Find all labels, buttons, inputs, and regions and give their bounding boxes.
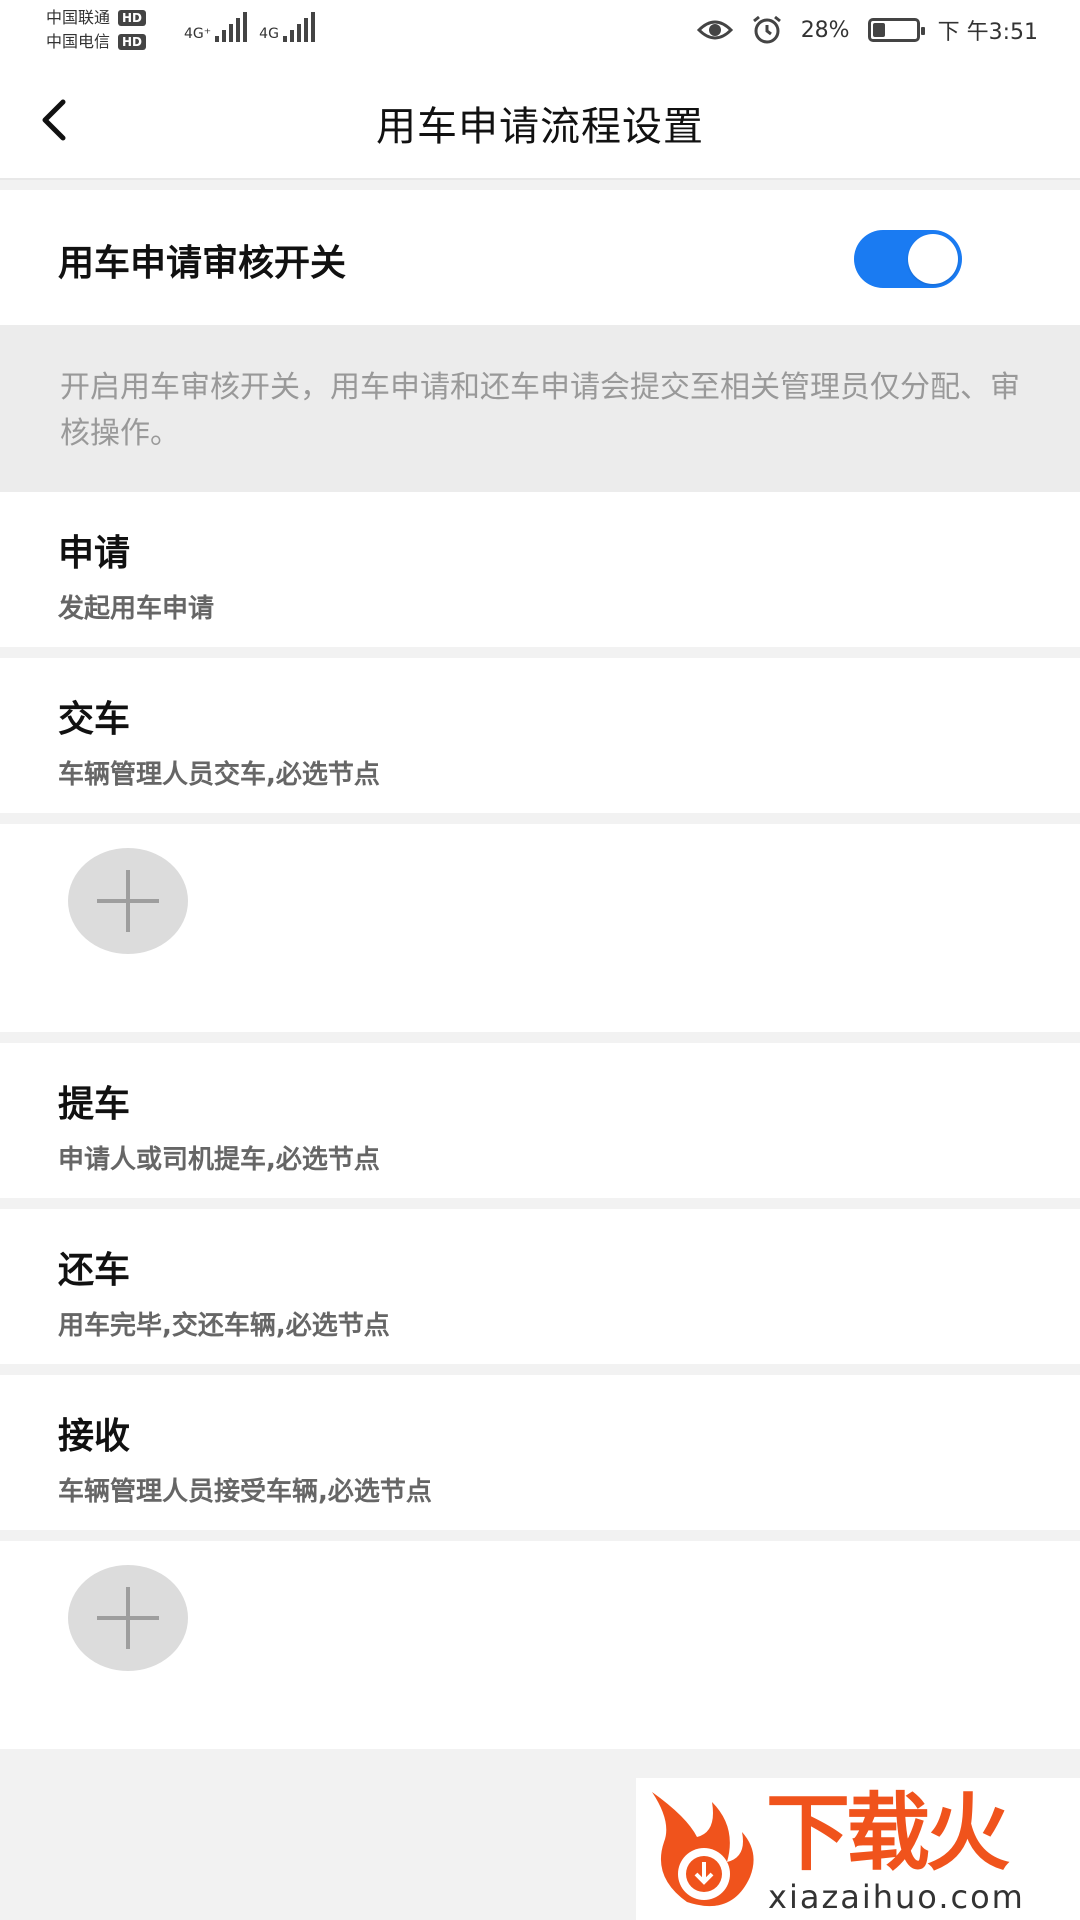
step-title: 接收	[58, 1416, 131, 1457]
review-toggle-row: 用车申请审核开关	[0, 190, 1080, 325]
step-handover[interactable]: 交车 车辆管理人员交车,必选节点	[0, 658, 1080, 813]
add-node-button[interactable]	[68, 1565, 188, 1671]
eye-icon	[696, 18, 733, 42]
plus-icon	[97, 1587, 159, 1649]
signal-indicators: 4G⁺ 4G	[184, 12, 315, 42]
step-desc: 用车完毕,交还车辆,必选节点	[58, 1311, 390, 1341]
watermark-url: xiazaihuo.com	[768, 1878, 1025, 1916]
hd-badge-1: HD	[118, 10, 147, 26]
step-apply[interactable]: 申请 发起用车申请	[0, 492, 1080, 647]
step-title: 还车	[58, 1250, 131, 1291]
network-type-1: 4G⁺	[184, 26, 212, 42]
step-receive[interactable]: 接收 车辆管理人员接受车辆,必选节点	[0, 1375, 1080, 1530]
status-right: 28% 下 午3:51	[696, 14, 1038, 46]
battery-fill	[872, 23, 885, 37]
flame-logo-icon	[652, 1792, 754, 1907]
battery-icon	[867, 18, 925, 42]
add-node-area-1	[0, 824, 1080, 1032]
clock: 下 午3:51	[937, 20, 1038, 45]
signal-bars-1-icon	[215, 12, 248, 42]
alarm-icon	[751, 14, 783, 46]
step-desc: 发起用车申请	[58, 594, 215, 624]
page-title: 用车申请流程设置	[376, 104, 704, 150]
review-toggle-switch[interactable]	[854, 230, 962, 288]
step-desc: 车辆管理人员接受车辆,必选节点	[58, 1477, 432, 1507]
add-node-button[interactable]	[68, 848, 188, 954]
status-bar: 中国联通 HD 中国电信 HD 4G⁺ 4G 28% 下 午3:51	[0, 0, 1080, 60]
toggle-description: 开启用车审核开关，用车申请和还车申请会提交至相关管理员仅分配、审核操作。	[0, 325, 1080, 492]
watermark-logo: 下载火 xiazaihuo.com	[636, 1778, 1080, 1920]
carrier-1: 中国联通	[46, 8, 111, 27]
toggle-knob	[908, 234, 958, 284]
carrier-2: 中国电信	[46, 32, 111, 51]
step-title: 申请	[58, 533, 131, 574]
step-title: 交车	[58, 699, 131, 740]
header: 用车申请流程设置	[0, 60, 1080, 180]
add-node-area-2	[0, 1541, 1080, 1749]
carrier-info: 中国联通 HD 中国电信 HD	[46, 6, 147, 54]
step-title: 提车	[58, 1084, 131, 1125]
step-desc: 申请人或司机提车,必选节点	[58, 1145, 380, 1175]
toggle-label: 用车申请审核开关	[58, 243, 347, 284]
signal-bars-2-icon	[282, 12, 315, 42]
step-return[interactable]: 还车 用车完毕,交还车辆,必选节点	[0, 1209, 1080, 1364]
watermark-text: 下载火	[766, 1784, 1010, 1882]
network-type-2: 4G	[259, 26, 279, 42]
hd-badge-2: HD	[118, 34, 147, 50]
battery-percent: 28%	[800, 17, 850, 43]
step-pickup[interactable]: 提车 申请人或司机提车,必选节点	[0, 1043, 1080, 1198]
step-desc: 车辆管理人员交车,必选节点	[58, 760, 380, 790]
plus-icon	[97, 870, 159, 932]
